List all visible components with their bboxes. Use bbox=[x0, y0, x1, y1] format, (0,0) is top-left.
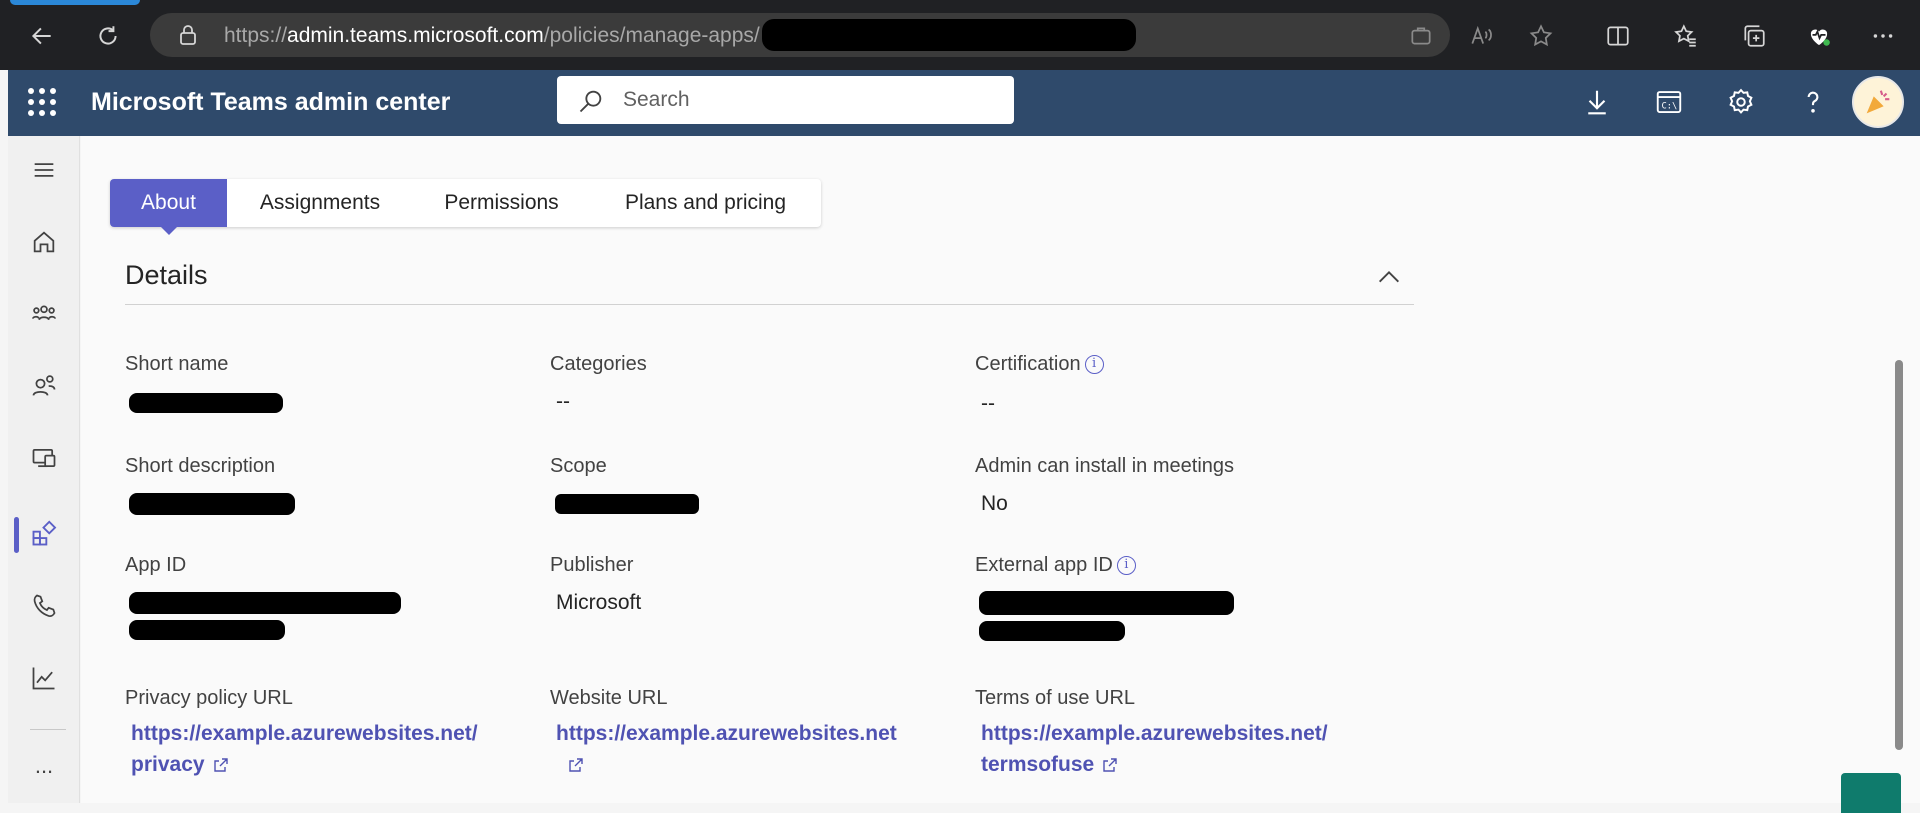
help-question-icon[interactable] bbox=[1795, 84, 1831, 120]
terms-of-use-label: Terms of use URL bbox=[975, 687, 1136, 709]
external-app-id-value-redacted-line2 bbox=[979, 621, 1125, 641]
certification-field-label: Certification i bbox=[975, 353, 1104, 376]
analytics-reports-icon[interactable] bbox=[26, 660, 62, 696]
publisher-value: Microsoft bbox=[556, 591, 642, 614]
privacy-policy-link[interactable]: https://example.azurewebsites.net/ priva… bbox=[131, 718, 478, 780]
short-description-value-redacted bbox=[129, 493, 295, 515]
external-app-id-field-label: External app ID i bbox=[975, 554, 1136, 577]
short-name-label: Short name bbox=[125, 353, 229, 375]
favorites-icon[interactable] bbox=[1666, 16, 1706, 56]
search-box[interactable] bbox=[557, 76, 1014, 124]
categories-label: Categories bbox=[550, 353, 647, 375]
help-chat-button[interactable] bbox=[1841, 773, 1901, 813]
privacy-url-line2: privacy bbox=[131, 753, 205, 776]
browser-toolbar: https://admin.teams.microsoft.com/polici… bbox=[0, 0, 1920, 70]
details-section-title: Details bbox=[125, 260, 208, 290]
external-link-icon bbox=[569, 758, 583, 773]
home-icon[interactable] bbox=[26, 224, 62, 260]
privacy-policy-label: Privacy policy URL bbox=[125, 687, 293, 709]
collections-icon[interactable] bbox=[1734, 16, 1774, 56]
external-link-icon bbox=[213, 758, 228, 773]
tab-plans-and-pricing[interactable]: Plans and pricing bbox=[590, 179, 821, 227]
vertical-scrollbar[interactable] bbox=[1895, 360, 1903, 750]
website-url-label: Website URL bbox=[550, 687, 668, 709]
collapse-menu-icon[interactable] bbox=[26, 152, 62, 188]
app-id-label: App ID bbox=[125, 554, 187, 576]
tab-permissions[interactable]: Permissions bbox=[413, 179, 590, 227]
admin-install-label: Admin can install in meetings bbox=[975, 455, 1235, 477]
privacy-url-line1: https://example.azurewebsites.net/ bbox=[131, 722, 478, 745]
chevron-up-icon[interactable] bbox=[1375, 263, 1403, 291]
details-divider bbox=[125, 304, 1414, 305]
profile-avatar[interactable] bbox=[1852, 76, 1904, 128]
left-nav-rail: ... bbox=[8, 136, 80, 803]
info-icon[interactable]: i bbox=[1084, 355, 1104, 375]
search-input[interactable] bbox=[623, 85, 993, 115]
read-aloud-icon[interactable] bbox=[1468, 23, 1494, 49]
voice-phone-icon[interactable] bbox=[26, 588, 62, 624]
rail-divider bbox=[30, 729, 66, 730]
external-link-icon bbox=[1103, 758, 1117, 773]
more-nav-button[interactable]: ... bbox=[26, 748, 62, 784]
download-icon[interactable] bbox=[1579, 84, 1615, 120]
split-screen-icon[interactable] bbox=[1598, 16, 1638, 56]
website-url: https://example.azurewebsites.net bbox=[556, 722, 897, 745]
admin-install-value: No bbox=[981, 492, 1008, 515]
lock-icon bbox=[180, 25, 196, 45]
tab-assignments[interactable]: Assignments bbox=[227, 179, 413, 227]
active-nav-indicator bbox=[14, 517, 19, 553]
certification-label: Certification bbox=[975, 353, 1081, 375]
favorite-star-icon[interactable] bbox=[1528, 23, 1554, 49]
certification-value: -- bbox=[981, 392, 995, 415]
back-icon[interactable] bbox=[22, 16, 62, 56]
users-icon[interactable] bbox=[26, 368, 62, 404]
terms-of-use-link[interactable]: https://example.azurewebsites.net/ terms… bbox=[981, 718, 1328, 780]
scope-value-redacted bbox=[555, 494, 699, 514]
app-launcher-icon[interactable] bbox=[28, 88, 56, 116]
tab-about[interactable]: About bbox=[110, 179, 227, 235]
external-app-id-value-redacted-line1 bbox=[979, 591, 1234, 615]
terms-url-line2: termsofuse bbox=[981, 753, 1095, 776]
address-bar[interactable]: https://admin.teams.microsoft.com/polici… bbox=[150, 13, 1553, 57]
settings-gear-icon[interactable] bbox=[1723, 84, 1759, 120]
app-id-value-redacted-line1 bbox=[129, 592, 401, 614]
svg-text:C:\: C:\ bbox=[1662, 101, 1678, 111]
terms-url-line1: https://example.azurewebsites.net/ bbox=[981, 722, 1328, 745]
app-id-value-redacted-line2 bbox=[129, 620, 285, 640]
devices-icon[interactable] bbox=[26, 440, 62, 476]
browser-essentials-icon[interactable] bbox=[1799, 16, 1839, 56]
app-available-icon[interactable] bbox=[1408, 23, 1434, 49]
main-content: About Assignments Permissions Plans and … bbox=[81, 136, 1920, 803]
teams-icon[interactable] bbox=[26, 296, 62, 332]
teams-apps-icon[interactable] bbox=[26, 516, 62, 552]
app-header: Microsoft Teams admin center C:\ bbox=[8, 70, 1920, 136]
short-name-value-redacted bbox=[129, 393, 283, 413]
search-icon bbox=[579, 90, 602, 113]
more-options-icon[interactable] bbox=[1863, 16, 1903, 56]
refresh-icon[interactable] bbox=[88, 16, 128, 56]
powershell-console-icon[interactable]: C:\ bbox=[1651, 84, 1687, 120]
redacted-url-segment bbox=[762, 19, 1136, 51]
info-icon[interactable]: i bbox=[1116, 556, 1136, 576]
website-link[interactable]: https://example.azurewebsites.net bbox=[556, 718, 897, 780]
party-popper-icon bbox=[1866, 90, 1890, 114]
tab-bar: About Assignments Permissions Plans and … bbox=[110, 179, 821, 235]
short-description-label: Short description bbox=[125, 455, 276, 477]
external-app-id-label: External app ID bbox=[975, 554, 1113, 576]
publisher-label: Publisher bbox=[550, 554, 634, 576]
browser-tab-indicator bbox=[10, 0, 140, 5]
categories-value: -- bbox=[556, 390, 570, 413]
app-title: Microsoft Teams admin center bbox=[91, 88, 451, 116]
address-url: https://admin.teams.microsoft.com/polici… bbox=[224, 24, 760, 47]
scope-label: Scope bbox=[550, 455, 607, 477]
